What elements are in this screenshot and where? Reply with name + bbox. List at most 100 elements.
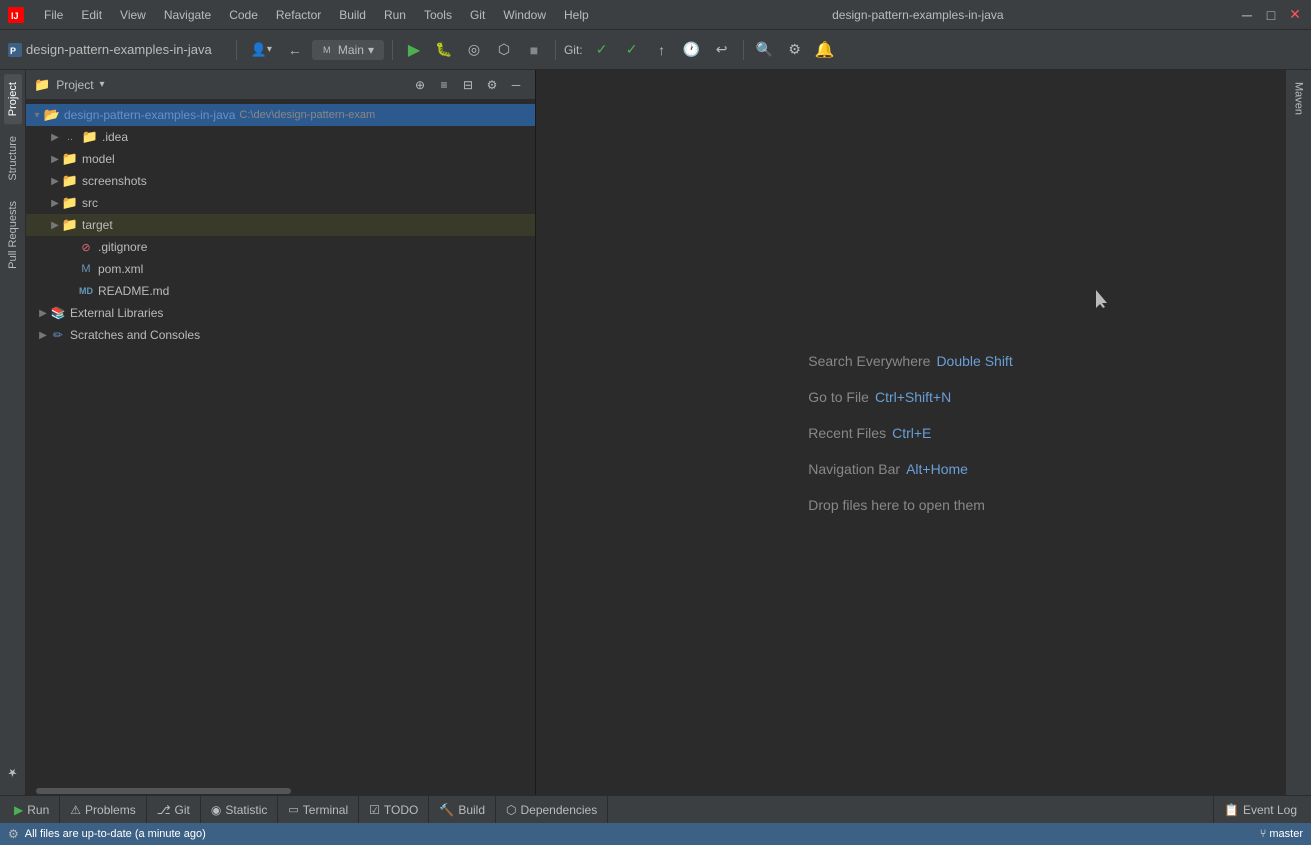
- tab-run[interactable]: ▶ Run: [4, 796, 60, 824]
- tree-arrow-model: ▶: [48, 152, 62, 166]
- bottom-toolbar: ▶ Run ⚠ Problems ⎇ Git ◉ Statistic ▭ Ter…: [0, 795, 1311, 823]
- stop-button[interactable]: ■: [521, 37, 547, 63]
- tree-item-model[interactable]: ▶ 📁 model: [26, 148, 535, 170]
- tree-item-target[interactable]: ▶ 📁 target: [26, 214, 535, 236]
- menu-code[interactable]: Code: [221, 6, 266, 24]
- maven-tab[interactable]: Maven: [1290, 74, 1308, 123]
- title-bar: IJ File Edit View Navigate Code Refactor…: [0, 0, 1311, 30]
- branch-selector[interactable]: M Main ▾: [312, 40, 384, 60]
- tree-arrow-root: ▾: [30, 108, 44, 122]
- sidebar-item-favorites[interactable]: ★: [3, 758, 22, 787]
- hint-navbar-shortcut: Alt+Home: [906, 461, 968, 477]
- toolbar-separator-4: [743, 40, 744, 60]
- git-check-button[interactable]: ✓: [619, 37, 645, 63]
- tree-item-root[interactable]: ▾ 📂 design-pattern-examples-in-java C:\d…: [26, 104, 535, 126]
- run-button[interactable]: ▶: [401, 37, 427, 63]
- panel-collapse-button[interactable]: ⊟: [457, 74, 479, 96]
- editor-hints: Search Everywhere Double Shift Go to Fil…: [768, 313, 1052, 553]
- tab-terminal[interactable]: ▭ Terminal: [278, 796, 359, 824]
- branch-status-icon: ⑂: [1260, 828, 1267, 840]
- tab-problems[interactable]: ⚠ Problems: [60, 796, 146, 824]
- build-tab-icon: 🔨: [439, 803, 454, 817]
- readme-file-icon: MD: [78, 283, 94, 299]
- sidebar-item-pull-requests[interactable]: Pull Requests: [4, 193, 22, 277]
- menu-tools[interactable]: Tools: [416, 6, 460, 24]
- sidebar-item-project[interactable]: Project: [4, 74, 22, 124]
- project-name: design-pattern-examples-in-java: [26, 42, 212, 57]
- hint-goto-shortcut: Ctrl+Shift+N: [875, 389, 951, 405]
- menu-edit[interactable]: Edit: [73, 6, 110, 24]
- maximize-button[interactable]: □: [1263, 7, 1279, 23]
- panel-header-buttons: ⊕ ≡ ⊟ ⚙ ─: [409, 74, 527, 96]
- app-logo: IJ: [8, 7, 24, 23]
- tree-item-screenshots[interactable]: ▶ 📁 screenshots: [26, 170, 535, 192]
- folder-open-icon: 📂: [44, 107, 60, 123]
- git-branch-status[interactable]: ⑂ master: [1260, 828, 1303, 840]
- horizontal-scrollbar[interactable]: [26, 787, 535, 795]
- minimize-button[interactable]: ─: [1239, 7, 1255, 23]
- panel-locate-button[interactable]: ⊕: [409, 74, 431, 96]
- tab-dependencies-label: Dependencies: [520, 803, 597, 817]
- tree-item-extlibs[interactable]: ▶ 📚 External Libraries: [26, 302, 535, 324]
- git-commit-button[interactable]: ✓: [589, 37, 615, 63]
- account-button[interactable]: 👤▾: [245, 37, 278, 63]
- status-icon: ⚙: [8, 827, 19, 841]
- menu-git[interactable]: Git: [462, 6, 493, 24]
- hint-drop: Drop files here to open them: [808, 497, 1012, 513]
- menu-navigate[interactable]: Navigate: [156, 6, 219, 24]
- pom-file-icon: M: [78, 261, 94, 277]
- tree-item-scratches[interactable]: ▶ ✏ Scratches and Consoles: [26, 324, 535, 346]
- panel-expand-button[interactable]: ≡: [433, 74, 455, 96]
- tree-item-readme[interactable]: ▶ MD README.md: [26, 280, 535, 302]
- debug-button[interactable]: 🐛: [431, 37, 457, 63]
- folder-idea-icon: 📁: [82, 129, 98, 145]
- menu-run[interactable]: Run: [376, 6, 414, 24]
- tree-label-pom: pom.xml: [98, 262, 143, 276]
- coverage-button[interactable]: ◎: [461, 37, 487, 63]
- tree-path-root: C:\dev\design-pattern-exam: [239, 109, 375, 121]
- settings-button[interactable]: ⚙: [782, 37, 808, 63]
- tab-event-log[interactable]: 📋 Event Log: [1213, 796, 1307, 824]
- tab-git[interactable]: ⎇ Git: [147, 796, 201, 824]
- tab-build[interactable]: 🔨 Build: [429, 796, 496, 824]
- tab-dependencies[interactable]: ⬡ Dependencies: [496, 796, 608, 824]
- title-bar-left: IJ File Edit View Navigate Code Refactor…: [8, 6, 597, 24]
- panel-hide-button[interactable]: ─: [505, 74, 527, 96]
- panel-options-button[interactable]: ⚙: [481, 74, 503, 96]
- tree-item-pom[interactable]: ▶ M pom.xml: [26, 258, 535, 280]
- menu-refactor[interactable]: Refactor: [268, 6, 329, 24]
- tree-arrow-screenshots: ▶: [48, 174, 62, 188]
- tree-item-gitignore[interactable]: ▶ ⊘ .gitignore: [26, 236, 535, 258]
- folder-target-icon: 📁: [62, 217, 78, 233]
- git-push-button[interactable]: ↑: [649, 37, 675, 63]
- svg-text:IJ: IJ: [11, 11, 19, 21]
- tree-item-idea[interactable]: ▶ .. 📁 .idea: [26, 126, 535, 148]
- tab-terminal-label: Terminal: [303, 803, 348, 817]
- tab-todo[interactable]: ☑ TODO: [359, 796, 429, 824]
- editor-area[interactable]: Search Everywhere Double Shift Go to Fil…: [536, 70, 1285, 795]
- menu-help[interactable]: Help: [556, 6, 597, 24]
- status-message: All files are up-to-date (a minute ago): [25, 828, 206, 840]
- git-rollback-button[interactable]: ↩: [709, 37, 735, 63]
- search-everywhere-button[interactable]: 🔍: [752, 37, 778, 63]
- close-button[interactable]: ✕: [1287, 7, 1303, 23]
- sidebar-item-structure[interactable]: Structure: [4, 128, 22, 189]
- menu-build[interactable]: Build: [331, 6, 374, 24]
- profile-button[interactable]: ⬡: [491, 37, 517, 63]
- menu-view[interactable]: View: [112, 6, 154, 24]
- tree-label-target: target: [82, 218, 113, 232]
- tab-statistic[interactable]: ◉ Statistic: [201, 796, 279, 824]
- main-toolbar: P design-pattern-examples-in-java 👤▾ ← M…: [0, 30, 1311, 70]
- menu-window[interactable]: Window: [495, 6, 554, 24]
- scratch-icon: ✏: [50, 327, 66, 343]
- right-side-panel: Maven: [1285, 70, 1311, 795]
- hint-search-text: Search Everywhere: [808, 353, 930, 369]
- notifications-button[interactable]: 🔔: [812, 37, 838, 63]
- git-history-button[interactable]: 🕐: [679, 37, 705, 63]
- tree-label-scratches: Scratches and Consoles: [70, 328, 200, 342]
- panel-dropdown-icon[interactable]: ▾: [100, 79, 105, 90]
- back-button[interactable]: ←: [282, 37, 308, 63]
- menu-file[interactable]: File: [36, 6, 71, 24]
- tree-item-src[interactable]: ▶ 📁 src: [26, 192, 535, 214]
- hint-recent-shortcut: Ctrl+E: [892, 425, 931, 441]
